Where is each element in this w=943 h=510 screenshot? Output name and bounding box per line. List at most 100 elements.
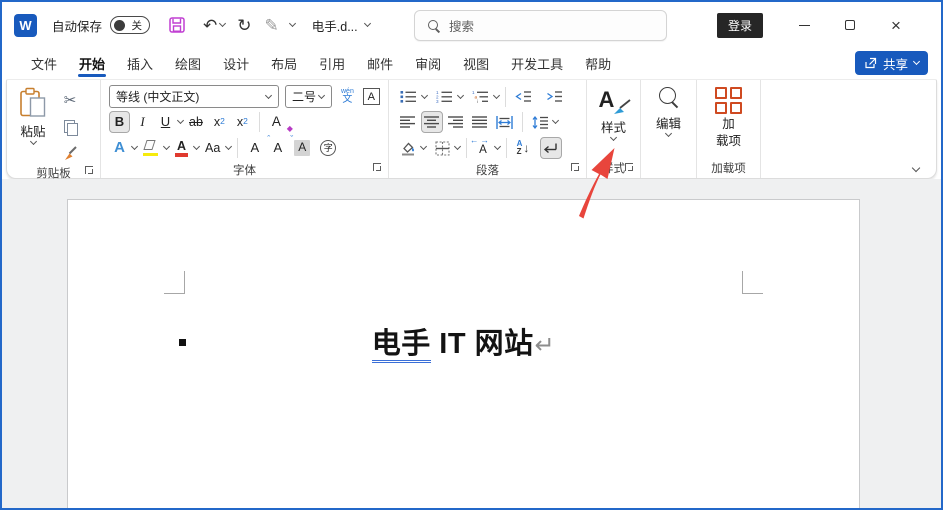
increase-indent-button[interactable] — [543, 86, 566, 108]
addins-label-line2: 载项 — [716, 134, 741, 148]
tab-layout[interactable]: 布局 — [260, 48, 308, 78]
format-painter-button[interactable] — [59, 143, 81, 165]
styles-dialog-launcher-icon[interactable] — [624, 162, 635, 173]
chevron-down-icon[interactable] — [193, 143, 200, 150]
show-hide-marks-button[interactable] — [540, 137, 562, 159]
asian-layout-button[interactable]: ←→ A — [473, 137, 493, 159]
document-heading[interactable]: 电手 IT 网站↵ — [68, 320, 859, 362]
divider — [466, 138, 467, 158]
share-icon — [864, 57, 877, 69]
character-border-button[interactable]: A — [363, 88, 380, 105]
align-left-button[interactable] — [397, 111, 419, 133]
italic-button[interactable]: I — [132, 111, 153, 133]
save-button[interactable] — [168, 16, 186, 34]
align-center-button[interactable] — [421, 111, 443, 133]
undo-button[interactable]: ↶ — [203, 17, 225, 34]
borders-button[interactable] — [432, 137, 453, 159]
autosave-toggle[interactable]: 关 — [110, 16, 150, 34]
redo-button[interactable]: ↻ — [237, 17, 251, 34]
justify-button[interactable] — [469, 111, 491, 133]
bold-button[interactable]: B — [109, 111, 130, 133]
chevron-down-icon[interactable] — [225, 143, 232, 150]
customize-quick-access-button[interactable] — [290, 24, 295, 26]
enclose-characters-button[interactable]: 字 — [316, 137, 340, 159]
cut-button[interactable]: ✂ — [60, 89, 80, 111]
character-shading-button[interactable]: A — [290, 137, 314, 159]
chevron-down-icon[interactable] — [163, 143, 170, 150]
clear-formatting-button[interactable]: A ◆ — [266, 111, 287, 133]
chevron-down-icon[interactable] — [454, 143, 461, 150]
shrink-font-button[interactable]: A ˇ — [267, 137, 288, 159]
superscript-button[interactable]: x2 — [232, 111, 253, 133]
paragraph-dialog-launcher-icon[interactable] — [570, 162, 581, 173]
close-button[interactable]: × — [873, 2, 919, 48]
tab-home[interactable]: 开始 — [68, 48, 116, 78]
numbered-list-button[interactable]: 1 2 3 — [433, 86, 456, 108]
enclose-characters-icon: 字 — [320, 140, 336, 156]
chevron-down-icon[interactable] — [420, 143, 427, 150]
chevron-down-icon[interactable] — [493, 91, 500, 98]
strikethrough-button[interactable]: ab — [185, 111, 207, 133]
tab-review[interactable]: 审阅 — [404, 48, 452, 78]
copy-button[interactable] — [60, 116, 80, 138]
chevron-down-icon[interactable] — [494, 143, 501, 150]
distribute-text-button[interactable] — [493, 111, 516, 133]
paste-button[interactable]: 粘贴 — [7, 87, 59, 165]
divider — [522, 112, 523, 132]
subscript-button[interactable]: x2 — [209, 111, 230, 133]
login-button[interactable]: 登录 — [717, 13, 763, 38]
draw-pen-button[interactable]: ✎ — [265, 17, 279, 34]
tab-draw[interactable]: 绘图 — [164, 48, 212, 78]
chevron-down-icon[interactable] — [421, 91, 428, 98]
bullet-list-button[interactable] — [397, 86, 420, 108]
decrease-indent-button[interactable] — [512, 86, 535, 108]
minimize-button[interactable] — [781, 2, 827, 48]
format-painter-icon — [62, 146, 78, 162]
highlight-color-button[interactable] — [139, 137, 162, 159]
align-right-button[interactable] — [445, 111, 467, 133]
underline-button[interactable]: U — [155, 111, 176, 133]
tab-mailings[interactable]: 邮件 — [356, 48, 404, 78]
font-color-button[interactable]: A — [171, 137, 192, 159]
grow-font-button[interactable]: A ˆ — [244, 137, 265, 159]
divider — [506, 138, 507, 158]
maximize-button[interactable] — [827, 2, 873, 48]
tab-insert[interactable]: 插入 — [116, 48, 164, 78]
chevron-down-icon[interactable] — [552, 117, 559, 124]
word-app-icon[interactable]: W — [14, 14, 37, 37]
font-dialog-launcher-icon[interactable] — [372, 162, 383, 173]
styles-button[interactable]: A 样式 — [587, 80, 640, 140]
tab-view[interactable]: 视图 — [452, 48, 500, 78]
change-case-button[interactable]: Aa — [201, 137, 224, 159]
editing-button[interactable]: 编辑 — [641, 80, 696, 136]
font-name-combobox[interactable]: 等线 (中文正文) — [109, 85, 279, 108]
increase-indent-icon — [546, 90, 563, 103]
tab-design[interactable]: 设计 — [212, 48, 260, 78]
phonetic-guide-button[interactable]: wén 文 — [341, 88, 354, 105]
subscript-mark: 2 — [220, 117, 225, 127]
tab-help[interactable]: 帮助 — [574, 48, 622, 78]
chevron-down-icon[interactable] — [131, 143, 138, 150]
document-title[interactable]: 电手.d... — [312, 16, 370, 35]
tab-references[interactable]: 引用 — [308, 48, 356, 78]
chevron-down-icon[interactable] — [177, 117, 184, 124]
chevron-down-icon[interactable] — [457, 91, 464, 98]
chevron-down-icon — [265, 91, 272, 98]
toggle-knob-icon — [114, 20, 125, 31]
divider — [259, 112, 260, 132]
line-spacing-button[interactable] — [529, 111, 551, 133]
multilevel-list-button[interactable]: 1 a i — [469, 86, 492, 108]
share-button[interactable]: 共享 — [855, 51, 928, 75]
document-page[interactable]: 电手 IT 网站↵ — [67, 199, 860, 510]
collapse-ribbon-button[interactable] — [912, 164, 920, 172]
eraser-mark-icon: ◆ — [287, 124, 293, 133]
font-size-combobox[interactable]: 二号 — [285, 85, 332, 108]
search-input[interactable]: 搜索 — [414, 10, 667, 41]
clipboard-dialog-launcher-icon[interactable] — [84, 165, 95, 176]
shading-button[interactable] — [397, 137, 419, 159]
tab-file[interactable]: 文件 — [20, 48, 68, 78]
tab-developer[interactable]: 开发工具 — [500, 48, 574, 78]
sort-button[interactable]: A Z ↓ — [513, 137, 533, 159]
text-effects-button[interactable]: A — [109, 137, 130, 159]
addins-button[interactable]: 加 载项 — [697, 80, 760, 150]
